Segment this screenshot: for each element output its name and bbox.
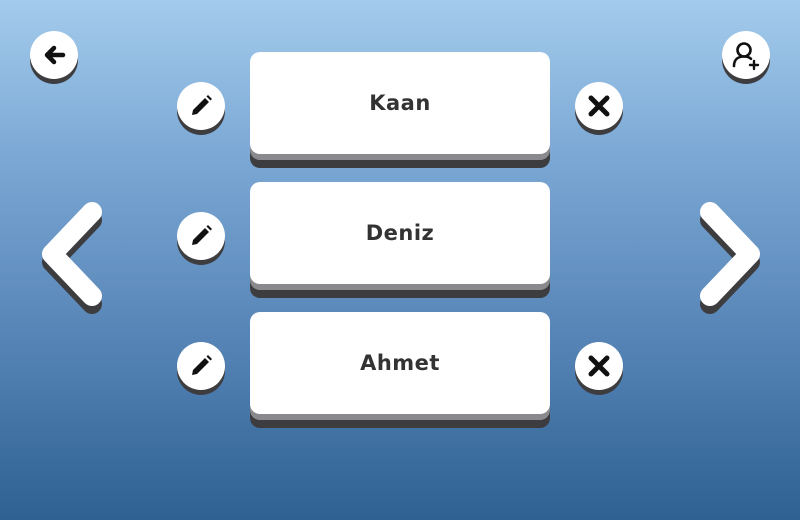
pencil-icon <box>192 95 212 115</box>
player-name: Ahmet <box>360 351 440 375</box>
add-user-button[interactable] <box>722 31 770 79</box>
player-card[interactable]: Ahmet <box>250 312 550 414</box>
previous-page-button[interactable] <box>36 198 106 318</box>
close-icon <box>588 95 610 117</box>
player-name: Deniz <box>365 221 435 245</box>
arrow-left-icon <box>44 45 66 65</box>
close-icon <box>588 355 610 377</box>
pencil-icon <box>192 225 212 245</box>
chevron-right-icon <box>700 202 760 314</box>
edit-player-button[interactable] <box>177 342 225 390</box>
delete-player-button[interactable] <box>575 342 623 390</box>
edit-player-button[interactable] <box>177 82 225 130</box>
delete-player-button[interactable] <box>575 82 623 130</box>
back-button[interactable] <box>30 31 78 79</box>
player-name: Kaan <box>369 91 431 115</box>
player-card[interactable]: Kaan <box>250 52 550 154</box>
user-add-icon <box>732 42 760 71</box>
edit-player-button[interactable] <box>177 212 225 260</box>
chevron-left-icon <box>42 202 102 314</box>
next-page-button[interactable] <box>696 198 766 318</box>
pencil-icon <box>192 355 212 375</box>
player-card[interactable]: Deniz <box>250 182 550 284</box>
